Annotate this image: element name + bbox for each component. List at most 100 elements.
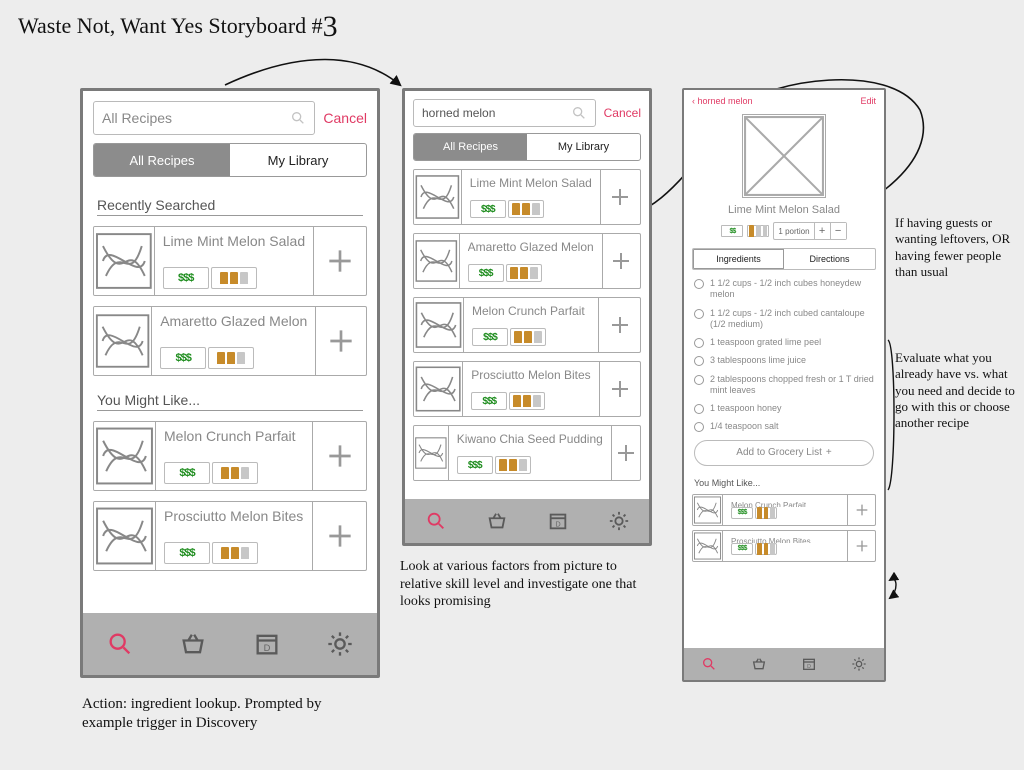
ingredient-checkbox[interactable] [694,279,704,289]
ingredient-text: 1 1/2 cups - 1/2 inch cubes honeydew mel… [710,278,874,301]
recipe-name: Prosciutto Melon Bites [471,368,590,382]
calendar-tab-icon[interactable]: D [547,510,569,532]
tab-bar: D [83,613,377,675]
svg-text:D: D [807,664,811,670]
recipe-name: Lime Mint Melon Salad [470,176,592,190]
search-input[interactable]: horned melon [413,99,596,127]
annotation-portions: If having guests or wanting leftovers, O… [895,215,1020,280]
recipe-row[interactable]: Prosciutto Melon Bites$$$ [692,530,876,562]
add-recipe-button[interactable] [312,422,366,490]
add-recipe-button[interactable] [847,531,875,561]
difficulty-badge [509,392,545,410]
recipe-name: Prosciutto Melon Bites [164,508,304,524]
ingredient-checkbox[interactable] [694,338,704,348]
portion-increase[interactable]: + [814,223,830,239]
settings-tab-icon[interactable] [608,510,630,532]
basket-tab-icon[interactable] [179,630,207,658]
recipe-name: Melon Crunch Parfait [472,304,590,318]
ingredient-text: 1 teaspoon grated lime peel [710,337,821,348]
cancel-button[interactable]: Cancel [323,110,367,126]
cost-badge: $$$ [164,542,210,564]
add-recipe-button[interactable] [315,307,366,375]
ingredient-checkbox[interactable] [694,309,704,319]
recipe-row[interactable]: Lime Mint Melon Salad $$$ [413,169,641,225]
cost-badge: $$$ [472,328,508,346]
recipe-row[interactable]: Amaretto Glazed Melon$$$ [93,306,367,376]
add-recipe-button[interactable] [847,495,875,525]
screen-1-search-empty: All Recipes Cancel All Recipes My Librar… [80,88,380,678]
search-tab-icon[interactable] [701,656,717,672]
cost-badge: $$ [721,225,743,237]
settings-tab-icon[interactable] [851,656,867,672]
edit-button[interactable]: Edit [860,96,876,106]
recipe-row[interactable]: Lime Mint Melon Salad$$$ [93,226,367,296]
search-tab-icon[interactable] [106,630,134,658]
tab-ingredients[interactable]: Ingredients [693,249,784,269]
add-recipe-button[interactable] [611,426,640,480]
portion-label: 1 portion [774,227,813,236]
ingredient-row: 3 tablespoons lime juice [694,355,874,366]
portion-stepper: 1 portion + − [773,222,846,240]
plus-icon: + [826,447,832,458]
settings-tab-icon[interactable] [326,630,354,658]
recipe-name: Kiwano Chia Seed Pudding [457,432,603,446]
recipe-row[interactable]: Prosciutto Melon Bites$$$ [413,361,641,417]
ingredient-checkbox[interactable] [694,404,704,414]
recipe-thumbnail-placeholder [94,227,155,295]
recipe-row[interactable]: Amaretto Glazed Melon$$$ [413,233,641,289]
search-icon [571,105,587,121]
search-icon [290,110,306,126]
add-recipe-button[interactable] [602,234,640,288]
tab-my-library[interactable]: My Library [527,134,640,160]
difficulty-badge [211,267,257,289]
recipe-thumbnail-placeholder [693,495,723,525]
difficulty-badge [755,507,777,519]
recipe-row[interactable]: Melon Crunch Parfait $$$ [413,297,641,353]
scope-segmented: All Recipes My Library [93,143,367,177]
ingredient-text: 1 1/2 cups - 1/2 inch cubed cantaloupe (… [710,308,874,331]
annotation-factors: Look at various factors from picture to … [400,558,640,611]
calendar-tab-icon[interactable]: D [801,656,817,672]
difficulty-badge [755,543,777,555]
recipe-row[interactable]: Prosciutto Melon Bites $$$ [93,501,367,571]
cost-badge: $$$ [470,200,506,218]
add-recipe-button[interactable] [312,502,366,570]
recipe-row[interactable]: Melon Crunch Parfait$$$ [93,421,367,491]
tab-my-library[interactable]: My Library [230,144,366,176]
ingredient-checkbox[interactable] [694,356,704,366]
portion-decrease[interactable]: − [830,223,846,239]
search-input[interactable]: All Recipes [93,101,315,135]
back-button[interactable]: ‹ horned melon [692,96,753,106]
basket-tab-icon[interactable] [486,510,508,532]
recipe-row[interactable]: Melon Crunch Parfait$$$ [692,494,876,526]
ingredient-row: 1 teaspoon honey [694,403,874,414]
recipe-name: Amaretto Glazed Melon [468,240,594,254]
add-recipe-button[interactable] [313,227,366,295]
ingredient-row: 1 1/2 cups - 1/2 inch cubed cantaloupe (… [694,308,874,331]
scope-segmented: All Recipes My Library [413,133,641,161]
recipe-thumbnail-placeholder [94,422,156,490]
section-you-might-like: You Might Like... [83,386,377,410]
tab-directions[interactable]: Directions [784,249,875,269]
recipe-thumbnail-placeholder [414,362,463,416]
recipe-thumbnail-placeholder [94,307,152,375]
tab-all-recipes[interactable]: All Recipes [414,134,527,160]
add-recipe-button[interactable] [600,170,640,224]
cancel-button[interactable]: Cancel [604,106,641,120]
ingredient-text: 2 tablespoons chopped fresh or 1 T dried… [710,374,874,397]
add-to-grocery-list-button[interactable]: Add to Grocery List+ [694,440,874,466]
add-recipe-button[interactable] [599,362,640,416]
section-you-might-like: You Might Like... [684,476,884,490]
tab-all-recipes[interactable]: All Recipes [94,144,230,176]
basket-tab-icon[interactable] [751,656,767,672]
ingredient-checkbox[interactable] [694,422,704,432]
calendar-tab-icon[interactable]: D [253,630,281,658]
search-placeholder: All Recipes [102,110,172,126]
recipe-segmented: Ingredients Directions [692,248,876,270]
search-tab-icon[interactable] [425,510,447,532]
difficulty-badge [747,225,769,237]
search-value: horned melon [422,106,495,120]
ingredient-checkbox[interactable] [694,375,704,385]
recipe-row[interactable]: Kiwano Chia Seed Pudding$$$ [413,425,641,481]
add-recipe-button[interactable] [598,298,640,352]
